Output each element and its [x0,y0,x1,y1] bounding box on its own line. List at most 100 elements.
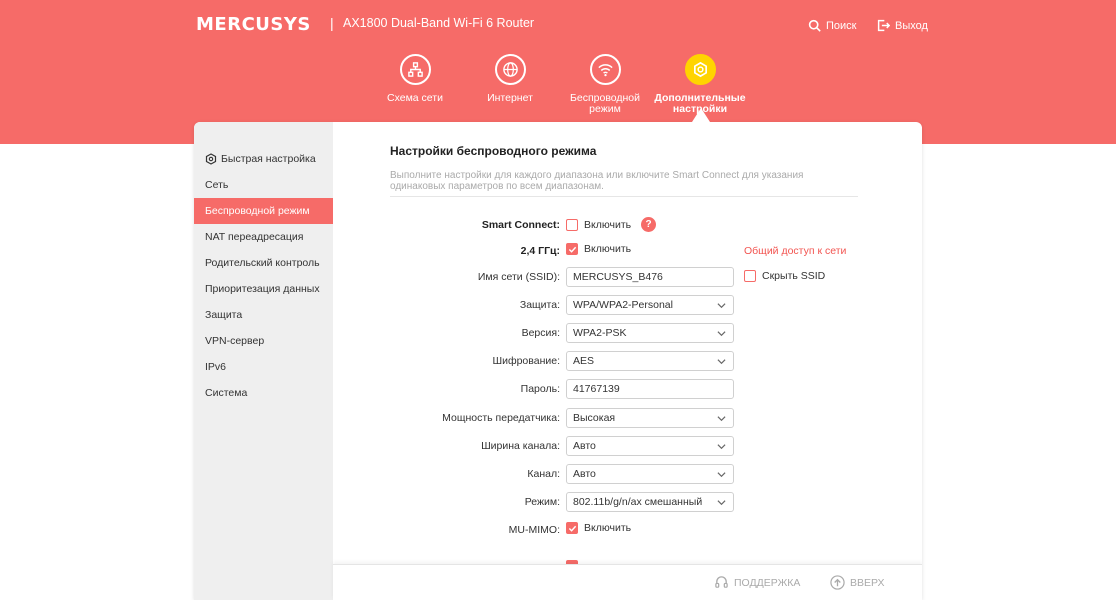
gear-icon [684,54,716,85]
active-nav-caret [692,108,710,122]
sidebar-item-parental-control[interactable]: Родительский контроль [194,250,333,276]
mu-mimo-toggle[interactable]: Включить [566,522,631,534]
checkmark-icon [568,525,576,532]
nav-internet[interactable]: Интернет [460,54,560,104]
main-card: Быстрая настройка Сеть Беспроводной режи… [194,122,922,600]
select-value: Авто [573,468,596,480]
sidebar-item-quick-setup[interactable]: Быстрая настройка [194,146,333,172]
chevron-down-icon [717,444,726,450]
select-value: Авто [573,440,596,452]
sidebar-item-label: Система [205,387,248,399]
encryption-label: Шифрование: [492,355,560,367]
mu-mimo-label: MU-MIMO: [508,524,560,536]
channel-width-row: Ширина канала: Авто [390,436,860,456]
encryption-row: Шифрование: AES [390,351,860,371]
sidebar-item-ipv6[interactable]: IPv6 [194,354,333,380]
ssid-input[interactable]: MERCUSYS_B476 [566,267,734,287]
nav-wireless[interactable]: Беспроводной режим [555,54,655,115]
checkmark-icon [568,246,576,253]
back-to-top-label: ВВЕРХ [850,576,885,589]
sidebar-item-security[interactable]: Защита [194,302,333,328]
nav-label: Интернет [487,92,533,104]
select-value: WPA/WPA2-Personal [573,299,673,311]
channel-row: Канал: Авто [390,464,860,484]
sidebar: Быстрая настройка Сеть Беспроводной режи… [194,122,333,600]
help-icon[interactable]: ? [641,217,657,232]
ssid-row: Имя сети (SSID): MERCUSYS_B476 Скрыть SS… [390,267,860,287]
smart-connect-checkbox[interactable] [566,218,578,231]
gear-icon [205,153,217,165]
version-label: Версия: [521,327,560,339]
channel-select[interactable]: Авто [566,464,734,484]
tx-power-label: Мощность передатчика: [442,412,560,424]
smart-connect-label: Smart Connect: [481,219,560,231]
tx-power-select[interactable]: Высокая [566,408,734,428]
sidebar-item-label: Родительский контроль [205,257,320,269]
channel-label: Канал: [527,468,560,480]
smart-connect-toggle[interactable]: Включить ? [566,217,657,232]
select-value: Высокая [573,412,616,424]
band-24-toggle[interactable]: Включить [566,243,631,255]
nav-advanced[interactable]: Дополнительные настройки [650,54,750,115]
mode-row: Режим: 802.11b/g/n/ax смешанный [390,492,860,512]
support-label: ПОДДЕРЖКА [734,576,801,589]
encryption-select[interactable]: AES [566,351,734,371]
sidebar-item-network[interactable]: Сеть [194,172,333,198]
page-description: Выполните настройки для каждого диапазон… [390,170,858,197]
chevron-down-icon [717,500,726,506]
globe-icon [494,54,526,85]
logout-link[interactable]: Выход [877,19,928,32]
nav-network-map[interactable]: Схема сети [365,54,465,104]
version-select[interactable]: WPA2-PSK [566,323,734,343]
smart-connect-row: Smart Connect: Включить ? [390,215,860,235]
security-select[interactable]: WPA/WPA2-Personal [566,295,734,315]
select-value: WPA2-PSK [573,327,627,339]
channel-width-label: Ширина канала: [481,440,560,452]
network-sharing-link[interactable]: Общий доступ к сети [744,245,846,257]
sidebar-item-system[interactable]: Система [194,380,333,406]
chevron-down-icon [717,472,726,478]
checkbox-label: Скрыть SSID [762,270,826,282]
select-value: 802.11b/g/n/ax смешанный [573,496,703,508]
sidebar-item-label: Защита [205,309,243,321]
sidebar-item-vpn[interactable]: VPN-сервер [194,328,333,354]
hide-ssid-toggle[interactable]: Скрыть SSID [744,270,825,282]
password-input[interactable]: 41767139 [566,379,734,399]
logout-icon [877,19,890,32]
mu-mimo-row: MU-MIMO: Включить [390,520,860,540]
nav-label: Схема сети [387,92,443,104]
page-title: Настройки беспроводного режима [390,144,597,158]
chevron-down-icon [717,359,726,365]
mode-select[interactable]: 802.11b/g/n/ax смешанный [566,492,734,512]
footer-bar: ПОДДЕРЖКА ВВЕРХ [333,564,922,600]
select-value: AES [573,355,595,367]
channel-width-select[interactable]: Авто [566,436,734,456]
sidebar-item-qos[interactable]: Приоритезация данных [194,276,333,302]
wifi-icon [589,54,621,85]
back-to-top-link[interactable]: ВВЕРХ [830,575,885,590]
security-label: Защита: [519,299,560,311]
network-map-icon [399,54,431,85]
checkbox-label: Включить [584,243,632,255]
tx-power-row: Мощность передатчика: Высокая [390,408,860,428]
mu-mimo-checkbox[interactable] [566,522,578,534]
security-row: Защита: WPA/WPA2-Personal [390,295,860,315]
brand-logo: MERCUSYS [196,14,311,35]
logout-label: Выход [895,19,928,32]
search-link[interactable]: Поиск [808,19,856,32]
logo-separator: | [330,15,334,31]
chevron-down-icon [717,416,726,422]
search-icon [808,19,821,32]
support-link[interactable]: ПОДДЕРЖКА [714,575,800,590]
sidebar-item-label: IPv6 [205,361,227,373]
chevron-down-icon [717,303,726,309]
sidebar-item-nat[interactable]: NAT переадресация [194,224,333,250]
nav-label: Беспроводной режим [569,92,641,115]
sidebar-item-label: VPN-сервер [205,335,265,347]
password-row: Пароль: 41767139 [390,379,860,399]
sidebar-item-label: Беспроводной режим [205,205,310,217]
band-24-checkbox[interactable] [566,243,578,255]
hide-ssid-checkbox[interactable] [744,270,756,282]
version-row: Версия: WPA2-PSK [390,323,860,343]
sidebar-item-wireless[interactable]: Беспроводной режим [194,198,333,224]
